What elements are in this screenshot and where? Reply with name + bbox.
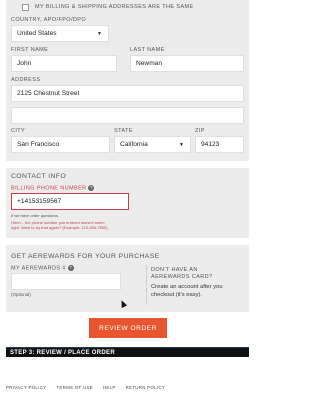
city-value: San Francisco [17, 141, 60, 148]
footer-link-privacy[interactable]: PRIVACY POLICY [6, 385, 46, 390]
footer-links: PRIVACY POLICY TERMS OF USE HELP RETURN … [6, 385, 165, 390]
state-value: California [120, 141, 148, 148]
aerewards-field-label: MY AEREWARDS # ? [11, 265, 74, 271]
city-field[interactable]: San Francisco [11, 136, 110, 153]
billing-same-label: MY BILLING & SHIPPING ADDRESSES ARE THE … [35, 4, 194, 10]
contact-panel: CONTACT INFO BILLING PHONE NUMBER ? +141… [6, 168, 249, 238]
address-line1-value: 2125 Chestnut Street [17, 90, 80, 97]
last-name-label: LAST NAME [130, 47, 165, 53]
help-icon[interactable]: ? [88, 185, 95, 191]
phone-note: If we have order questions. [11, 213, 60, 218]
phone-label: BILLING PHONE NUMBER ? [11, 185, 95, 192]
last-name-field[interactable]: Newman [130, 55, 244, 72]
state-select[interactable]: California ▼ [114, 136, 191, 153]
address-label: ADDRESS [11, 77, 41, 83]
last-name-value: Newman [136, 60, 163, 67]
aerewards-panel: GET AEREWARDS FOR YOUR PURCHASE MY AEREW… [6, 245, 249, 312]
contact-title: CONTACT INFO [11, 173, 67, 180]
address-panel: COUNTRY, APO/FPO/DPO United States ▼ FIR… [6, 14, 249, 161]
address-line1-field[interactable]: 2125 Chestnut Street [11, 85, 244, 102]
aerewards-title: GET AEREWARDS FOR YOUR PURCHASE [11, 253, 160, 260]
zip-value: 94123 [201, 141, 220, 148]
help-icon[interactable]: ? [67, 265, 74, 271]
phone-value: +14153159567 [17, 198, 62, 205]
first-name-field[interactable]: John [11, 55, 117, 72]
footer-link-returns[interactable]: RETURN POLICY [126, 385, 166, 390]
phone-field[interactable]: +14153159567 [11, 193, 129, 210]
aerewards-optional: (Optional) [11, 292, 31, 297]
no-card-line2: AEREWARDS CARD? [151, 274, 213, 280]
first-name-label: FIRST NAME [11, 47, 49, 53]
phone-label-text: BILLING PHONE NUMBER [11, 185, 87, 192]
billing-same-checkbox[interactable] [22, 4, 29, 11]
aerewards-field[interactable] [11, 273, 121, 290]
create-account-line1: Create an account after you [151, 284, 223, 290]
first-name-value: John [17, 60, 32, 67]
phone-error-line2: right. Want to try that again? (Example:… [11, 225, 108, 230]
no-card-line1: DON'T HAVE AN [151, 267, 198, 273]
footer-link-terms[interactable]: TERMS OF USE [56, 385, 93, 390]
country-value: United States [17, 30, 57, 37]
country-label: COUNTRY, APO/FPO/DPO [11, 17, 87, 23]
review-order-button[interactable]: REVIEW ORDER [89, 318, 167, 338]
address-line2-field[interactable] [11, 107, 244, 124]
create-account-line2: checkout (it's easy). [151, 292, 203, 298]
chevron-down-icon: ▼ [97, 31, 102, 37]
city-label: CITY [11, 128, 26, 134]
zip-field[interactable]: 94123 [195, 136, 244, 153]
zip-label: ZIP [195, 128, 205, 134]
billing-same-row: MY BILLING & SHIPPING ADDRESSES ARE THE … [6, 0, 249, 14]
step3-header[interactable]: STEP 3: REVIEW / PLACE ORDER [6, 347, 249, 357]
aerewards-field-label-text: MY AEREWARDS # [11, 265, 66, 272]
state-label: STATE [114, 128, 133, 134]
chevron-down-icon: ▼ [179, 142, 184, 148]
footer-link-help[interactable]: HELP [103, 385, 116, 390]
divider [146, 265, 147, 305]
country-select[interactable]: United States ▼ [11, 25, 109, 42]
